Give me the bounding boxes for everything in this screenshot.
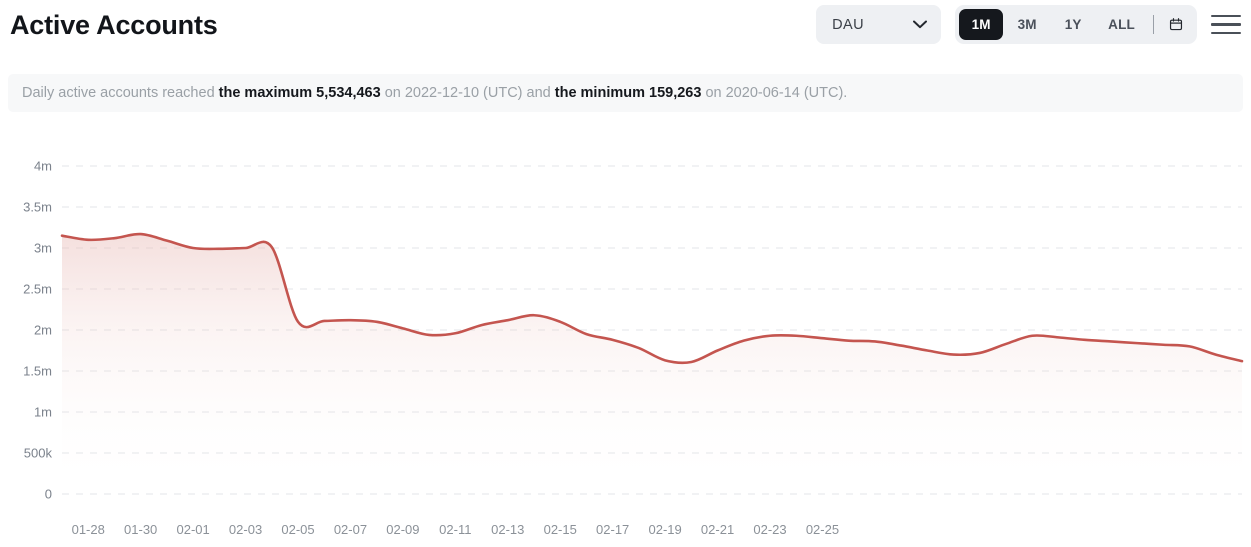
x-axis-tick-label: 02-11 (439, 522, 471, 537)
active-accounts-page: Active Accounts DAU 1M 3M 1Y ALL Daily a… (0, 0, 1251, 547)
x-axis-tick-label: 02-17 (596, 522, 629, 537)
x-axis-tick-label: 02-09 (386, 522, 419, 537)
x-axis-tick-label: 02-19 (648, 522, 681, 537)
x-axis-tick-label: 02-25 (806, 522, 839, 537)
metric-select-value: DAU (832, 16, 864, 33)
time-range-group: 1M 3M 1Y ALL (955, 5, 1197, 44)
page-title: Active Accounts (10, 10, 218, 40)
chart-area-fill (62, 234, 1242, 494)
y-axis-tick-label: 2m (34, 323, 52, 338)
x-axis-tick-label: 02-21 (701, 522, 734, 537)
chart-svg: 0 500k 1m 1.5m 2m 2.5m 3m 3.5m 4m 01-28 01-30 02-0… (23, 159, 1244, 537)
summary-prefix: Daily active accounts reached (22, 85, 219, 101)
x-axis-tick-label: 02-15 (544, 522, 577, 537)
summary-maximum: the maximum 5,534,463 (218, 85, 381, 101)
header-controls: DAU 1M 3M 1Y ALL (816, 5, 1245, 44)
hamburger-line-3 (1211, 31, 1241, 35)
y-axis-tick-label: 0 (45, 487, 52, 502)
hamburger-line-2 (1211, 23, 1241, 26)
y-axis-tick-label: 1m (34, 405, 52, 420)
hamburger-menu-icon[interactable] (1211, 11, 1241, 39)
y-axis-tick-label: 3m (34, 241, 52, 256)
summary-max-date: on 2022-12-10 (UTC) and (380, 85, 555, 101)
metric-select-dropdown[interactable]: DAU (816, 5, 942, 44)
calendar-picker-button[interactable] (1163, 12, 1189, 38)
y-axis-tick-label: 1.5m (23, 364, 52, 379)
chevron-down-icon (913, 20, 928, 29)
x-axis-tick-label: 02-05 (281, 522, 314, 537)
summary-banner: Daily active accounts reached the maximu… (8, 74, 1243, 112)
hamburger-line-1 (1211, 14, 1241, 18)
y-axis-tick-labels: 0 500k 1m 1.5m 2m 2.5m 3m 3.5m 4m (23, 159, 52, 502)
x-axis-tick-label: 02-23 (753, 522, 786, 537)
active-accounts-chart: 0 500k 1m 1.5m 2m 2.5m 3m 3.5m 4m 01-28 01-30 02-0… (0, 128, 1251, 547)
range-button-1y[interactable]: 1Y (1051, 9, 1095, 40)
x-axis-tick-labels: 01-28 01-30 02-01 02-03 02-05 02-07 02-09 02-11… (72, 522, 839, 537)
y-axis-tick-label: 2.5m (23, 282, 52, 297)
x-axis-tick-label: 01-30 (124, 522, 157, 537)
summary-min-date: on 2020-06-14 (UTC). (701, 85, 848, 101)
range-button-3m[interactable]: 3M (1005, 9, 1049, 40)
page-header: Active Accounts DAU 1M 3M 1Y ALL (0, 0, 1251, 58)
y-axis-tick-label: 4m (34, 159, 52, 174)
calendar-icon (1169, 18, 1183, 31)
range-button-1m[interactable]: 1M (959, 9, 1004, 40)
x-axis-tick-label: 02-01 (176, 522, 209, 537)
x-axis-tick-label: 02-03 (229, 522, 262, 537)
x-axis-tick-label: 01-28 (72, 522, 105, 537)
y-axis-tick-label: 3.5m (23, 200, 52, 215)
range-button-all[interactable]: ALL (1097, 9, 1146, 40)
summary-minimum: the minimum 159,263 (554, 85, 702, 101)
range-divider (1153, 15, 1154, 34)
x-axis-tick-label: 02-07 (334, 522, 367, 537)
y-axis-tick-label: 500k (24, 446, 53, 461)
x-axis-tick-label: 02-13 (491, 522, 524, 537)
